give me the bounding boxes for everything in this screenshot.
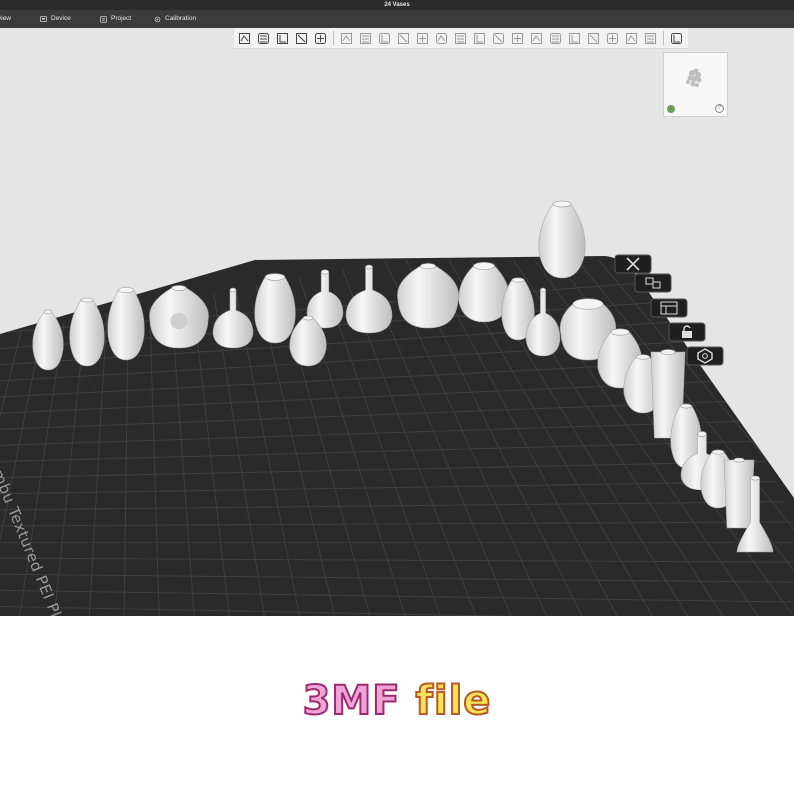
support-paint-icon[interactable]	[471, 30, 488, 47]
main-toolbar	[234, 28, 688, 49]
footer-caption-part2: file	[414, 677, 492, 725]
measure-icon[interactable]	[528, 30, 545, 47]
vase-model[interactable]	[723, 459, 755, 529]
split-icon[interactable]	[433, 30, 450, 47]
title-bar: 24 Vases	[0, 0, 794, 10]
arrange-icon[interactable]	[293, 30, 310, 47]
boolean-icon[interactable]	[566, 30, 583, 47]
vase-opening	[264, 273, 286, 281]
project-icon	[100, 15, 107, 23]
menu-project[interactable]: Project	[100, 10, 131, 28]
vase-opening	[511, 277, 525, 283]
vase-opening	[320, 269, 330, 275]
menu-bar: view Device Project Calibration	[0, 10, 794, 28]
vase-opening	[660, 349, 676, 355]
vase-opening	[118, 287, 134, 293]
layers-icon[interactable]	[312, 30, 329, 47]
vase-opening	[420, 263, 436, 269]
move-icon[interactable]	[338, 30, 355, 47]
lock-plate-icon[interactable]	[668, 322, 706, 342]
vase-opening	[540, 287, 546, 293]
menu-preview[interactable]: view	[0, 10, 11, 28]
vase-model[interactable]	[538, 203, 586, 279]
help-icon[interactable]: ?	[715, 104, 724, 113]
orient-plate-icon[interactable]	[650, 298, 688, 318]
vase-opening	[43, 309, 53, 315]
vase-opening	[697, 431, 707, 437]
lay-on-face-icon[interactable]	[395, 30, 412, 47]
toolbar-separator	[333, 31, 334, 45]
calibration-icon	[154, 16, 161, 22]
vase-opening	[171, 285, 187, 291]
vase-opening	[473, 262, 495, 270]
assembly-icon[interactable]	[452, 30, 469, 47]
3d-viewport[interactable]: Bambu Textured PEI Plate ?	[0, 28, 794, 616]
variable-layer-icon[interactable]	[547, 30, 564, 47]
ruler-icon[interactable]	[642, 30, 659, 47]
vase-opening	[229, 287, 237, 293]
mesh-repair-icon[interactable]	[585, 30, 602, 47]
close-plate-icon[interactable]	[614, 254, 652, 274]
vase-opening	[572, 298, 604, 310]
vase-opening	[679, 403, 693, 409]
cut-icon[interactable]	[414, 30, 431, 47]
menu-calibration[interactable]: Calibration	[154, 10, 196, 28]
vase-opening	[365, 264, 373, 270]
footer-caption-part1: 3MF	[302, 677, 416, 725]
rotate-icon[interactable]	[357, 30, 374, 47]
menu-label-device: Device	[51, 15, 71, 22]
plate-settings-icon[interactable]	[686, 346, 724, 366]
footer-caption: 3MF file	[0, 677, 794, 725]
add-object-icon[interactable]	[236, 30, 253, 47]
vase-model[interactable]	[107, 289, 145, 361]
seam-paint-icon[interactable]	[490, 30, 507, 47]
auto-orient-icon[interactable]	[274, 30, 291, 47]
vase-opening	[636, 354, 650, 360]
add-plate-icon[interactable]	[255, 30, 272, 47]
window-title: 24 Vases	[384, 2, 410, 8]
eye-icon[interactable]	[667, 105, 675, 113]
view-icon[interactable]	[668, 30, 685, 47]
vase-hole	[170, 312, 188, 330]
text-icon[interactable]	[509, 30, 526, 47]
fuzzy-icon[interactable]	[604, 30, 621, 47]
vase-opening	[302, 315, 314, 321]
menu-label-project: Project	[111, 15, 132, 22]
vase-opening	[552, 200, 572, 208]
vase-opening	[610, 328, 630, 336]
vase-model[interactable]	[254, 276, 296, 344]
device-icon	[40, 15, 47, 22]
menu-device[interactable]: Device	[40, 10, 71, 28]
toolbar-separator	[663, 31, 664, 45]
vase-opening	[733, 457, 745, 463]
arrange-plate-icon[interactable]	[634, 273, 672, 293]
scale-icon[interactable]	[376, 30, 393, 47]
vase-opening	[80, 297, 94, 303]
color-paint-icon[interactable]	[623, 30, 640, 47]
vase-opening	[750, 475, 760, 481]
vase-opening	[711, 449, 725, 455]
menu-label-calibration: Calibration	[165, 15, 197, 22]
menu-label-preview: view	[0, 15, 12, 22]
plate-thumbnail[interactable]: ?	[663, 52, 728, 117]
